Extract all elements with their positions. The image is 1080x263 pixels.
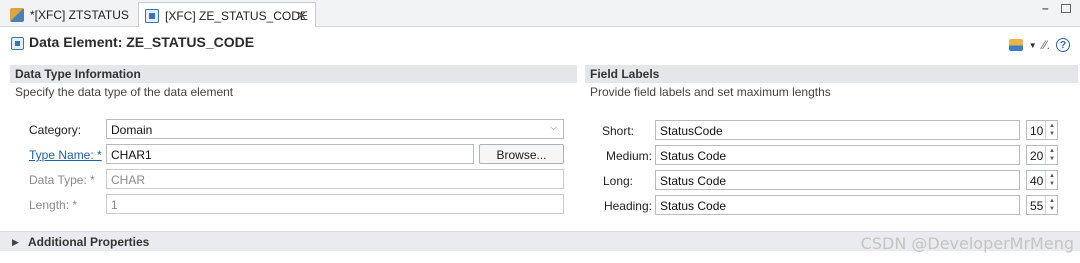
- data-element-icon: [11, 37, 24, 50]
- chevron-right-icon[interactable]: ▶: [12, 237, 19, 248]
- tab-ztstatus[interactable]: *[XFC] ZTSTATUS: [4, 2, 136, 27]
- section-header-field-labels: Field Labels: [585, 65, 1078, 83]
- medium-length-spinner[interactable]: 20 ▲ ▼: [1026, 145, 1058, 165]
- short-length-spinner[interactable]: 10 ▲ ▼: [1026, 120, 1058, 140]
- editor-tab-bar: *[XFC] ZTSTATUS [XFC] ZE_STATUS_CODE ✕ –: [0, 0, 1080, 28]
- long-length-value: 40: [1030, 174, 1044, 188]
- help-icon[interactable]: ?: [1056, 38, 1070, 52]
- spin-up-icon[interactable]: ▲: [1049, 148, 1055, 155]
- table-icon: [10, 7, 24, 22]
- heading-length-value: 55: [1030, 199, 1044, 213]
- short-label-input[interactable]: StatusCode: [655, 120, 1020, 140]
- heading-label-input[interactable]: Status Code: [655, 195, 1020, 215]
- heading-label: Heading:: [603, 199, 652, 213]
- tab-label: *[XFC] ZTSTATUS: [30, 7, 129, 22]
- maximize-icon[interactable]: [1061, 4, 1071, 13]
- tab-label: [XFC] ZE_STATUS_CODE: [165, 8, 308, 23]
- type-name-input[interactable]: CHAR1: [106, 144, 474, 164]
- tab-ze-status-code[interactable]: [XFC] ZE_STATUS_CODE ✕: [138, 2, 316, 28]
- spinner-divider: [1045, 171, 1046, 189]
- category-value: Domain: [111, 123, 153, 137]
- spinner-divider: [1045, 121, 1046, 139]
- length-label: Length: *: [29, 198, 78, 212]
- watermark: CSDN @DeveloperMrMeng: [860, 234, 1074, 253]
- spin-down-icon[interactable]: ▼: [1049, 156, 1055, 163]
- spin-up-icon[interactable]: ▲: [1049, 123, 1055, 130]
- spin-up-icon[interactable]: ▲: [1049, 173, 1055, 180]
- data-type-label: Data Type: *: [29, 173, 95, 187]
- medium-length-value: 20: [1030, 149, 1044, 163]
- additional-properties-label: Additional Properties: [28, 235, 150, 249]
- close-icon[interactable]: ✕: [296, 8, 307, 24]
- long-length-spinner[interactable]: 40 ▲ ▼: [1026, 170, 1058, 190]
- spin-up-icon[interactable]: ▲: [1049, 198, 1055, 205]
- editor-header: Data Element: ZE_STATUS_CODE ▼ ⁄⁄. ?: [0, 27, 1080, 60]
- medium-label-input[interactable]: Status Code: [655, 145, 1020, 165]
- chevron-down-icon[interactable]: ▼: [1029, 41, 1037, 50]
- data-element-icon: [145, 8, 159, 23]
- category-combo[interactable]: Domain ⌵: [106, 119, 564, 139]
- section-description-field-labels: Provide field labels and set maximum len…: [590, 85, 831, 99]
- spin-down-icon[interactable]: ▼: [1049, 181, 1055, 188]
- page-title: Data Element: ZE_STATUS_CODE: [29, 34, 255, 50]
- long-label: Long:: [602, 174, 633, 188]
- length-field: 1: [106, 194, 564, 214]
- heading-length-spinner[interactable]: 55 ▲ ▼: [1026, 195, 1058, 215]
- chevron-down-icon: ⌵: [550, 122, 557, 132]
- section-header-data-type: Data Type Information: [10, 65, 577, 83]
- short-length-value: 10: [1030, 124, 1044, 138]
- medium-label: Medium:: [605, 149, 652, 163]
- spinner-divider: [1045, 146, 1046, 164]
- short-label: Short:: [601, 124, 634, 138]
- data-type-field: CHAR: [106, 169, 564, 189]
- header-toolbar: ▼ ⁄⁄. ?: [1008, 38, 1070, 52]
- spin-down-icon[interactable]: ▼: [1049, 206, 1055, 213]
- spinner-divider: [1045, 196, 1046, 214]
- minimize-icon[interactable]: –: [1042, 1, 1049, 15]
- type-name-link[interactable]: Type Name: *: [29, 148, 102, 162]
- spin-down-icon[interactable]: ▼: [1049, 131, 1055, 138]
- section-description-data-type: Specify the data type of the data elemen…: [15, 85, 234, 99]
- browse-button[interactable]: Browse...: [479, 144, 564, 164]
- category-label: Category:: [29, 123, 82, 137]
- long-label-input[interactable]: Status Code: [655, 170, 1020, 190]
- activate-icon[interactable]: [1008, 39, 1023, 51]
- wand-icon[interactable]: ⁄⁄.: [1043, 38, 1050, 52]
